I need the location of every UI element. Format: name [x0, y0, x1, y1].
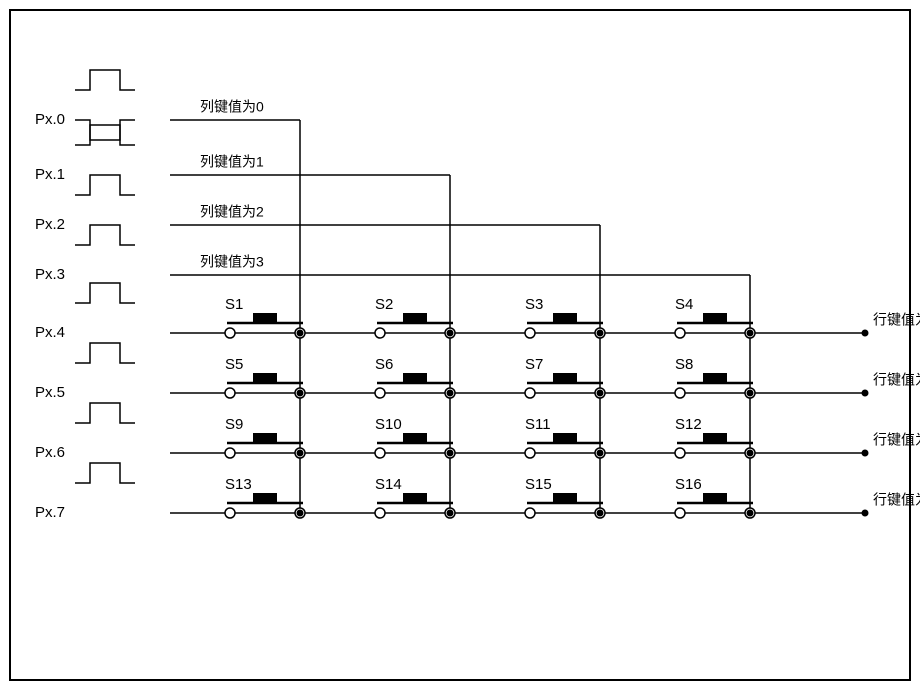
switch-label: S6: [375, 356, 393, 373]
port-label: Px.6: [35, 444, 65, 461]
switch-label: S16: [675, 476, 702, 493]
switch-label: S13: [225, 476, 252, 493]
switch-label: S9: [225, 416, 243, 433]
row-label: 行键值为8: [873, 432, 920, 448]
port-label: Px.4: [35, 324, 65, 341]
switch-label: S7: [525, 356, 543, 373]
switch-label: S12: [675, 416, 702, 433]
switch-label: S10: [375, 416, 402, 433]
switch-label: S15: [525, 476, 552, 493]
port-label: Px.7: [35, 504, 65, 521]
switch-label: S2: [375, 296, 393, 313]
col-label: 列键值为2: [200, 204, 264, 220]
col-label: 列键值为0: [200, 99, 264, 115]
row-label: 行键值为12: [873, 492, 920, 508]
switch-label: S11: [525, 416, 551, 433]
switch-label: S1: [225, 296, 243, 313]
switch-label: S8: [675, 356, 693, 373]
port-label: Px.1: [35, 166, 65, 183]
row-label: 行键值为0: [873, 312, 920, 328]
port-label: Px.0: [35, 111, 65, 128]
col-label: 列键值为1: [200, 154, 264, 170]
keypad-matrix-diagram: Px.0 列键值为0 Px.1 列键值为1 Px.2 列键值为2 Px.3 列键值为3 Px.4…: [0, 0, 920, 690]
port-label: Px.5: [35, 384, 65, 401]
port-label: Px.2: [35, 216, 65, 233]
port-label: Px.3: [35, 266, 65, 283]
switch-label: S4: [675, 296, 693, 313]
switch-label: S5: [225, 356, 243, 373]
col-label: 列键值为3: [200, 254, 264, 270]
row-label: 行键值为4: [873, 372, 920, 388]
switch-label: S3: [525, 296, 543, 313]
switch-label: S14: [375, 476, 402, 493]
